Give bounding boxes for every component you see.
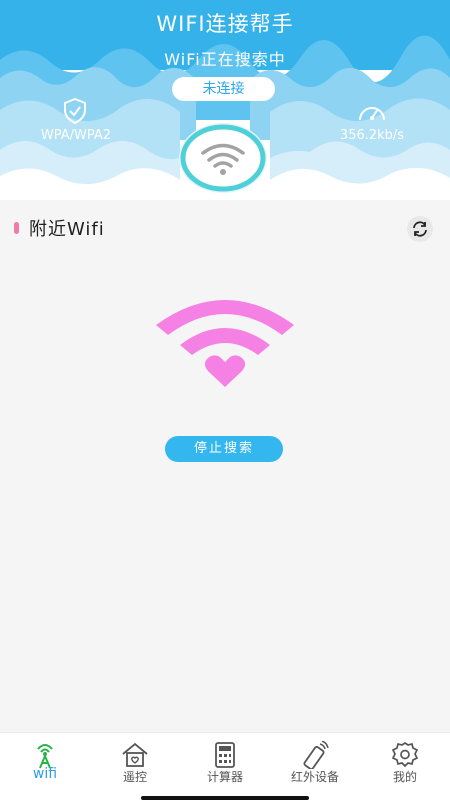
tab-label: 红外设备 (290, 770, 339, 784)
shield-check-icon (64, 98, 86, 124)
wifi-tower-icon (37, 744, 53, 769)
tab-label: 我的 (392, 770, 417, 784)
refresh-button[interactable] (407, 216, 433, 242)
wifi-icon[interactable] (178, 122, 268, 194)
tab-remote[interactable]: 遥控 (90, 733, 180, 801)
tab-mine[interactable]: 我的 (360, 733, 450, 801)
section-title: 附近Wifi (29, 219, 105, 240)
tab-wifi[interactable]: wifi (0, 733, 90, 801)
tab-calculator[interactable]: 计算器 (180, 733, 270, 801)
tab-label: wifi (32, 766, 58, 782)
speed-label: 356.2kb/s (339, 128, 405, 143)
tab-label: 遥控 (122, 770, 147, 784)
tab-label: 计算器 (206, 770, 243, 784)
connection-status-badge: 未连接 (172, 77, 275, 101)
app-title: WIFI连接帮手 (156, 12, 294, 36)
tab-infrared[interactable]: 红外设备 (270, 733, 360, 801)
home-remote-icon (122, 742, 148, 767)
section-marker (14, 222, 19, 234)
home-indicator[interactable] (141, 796, 309, 800)
header: WIFI连接帮手 WiFi正在搜索中 未连接 WPA/WPA2 356.2kb/… (0, 0, 450, 200)
stop-search-button[interactable]: 停止搜索 (165, 436, 283, 462)
refresh-icon (413, 221, 427, 237)
security-type-label: WPA/WPA2 (40, 128, 112, 143)
calculator-icon (215, 742, 235, 768)
infrared-remote-icon (303, 741, 329, 769)
speedometer-icon (359, 107, 385, 121)
bottom-tab-bar: wifi 遥控 计算器 红外设备 我的 (0, 732, 450, 801)
gear-icon (391, 741, 419, 768)
search-status-text: WiFi正在搜索中 (164, 50, 286, 69)
heart-wifi-icon (156, 300, 294, 387)
nearby-wifi-header: 附近Wifi (0, 212, 450, 244)
